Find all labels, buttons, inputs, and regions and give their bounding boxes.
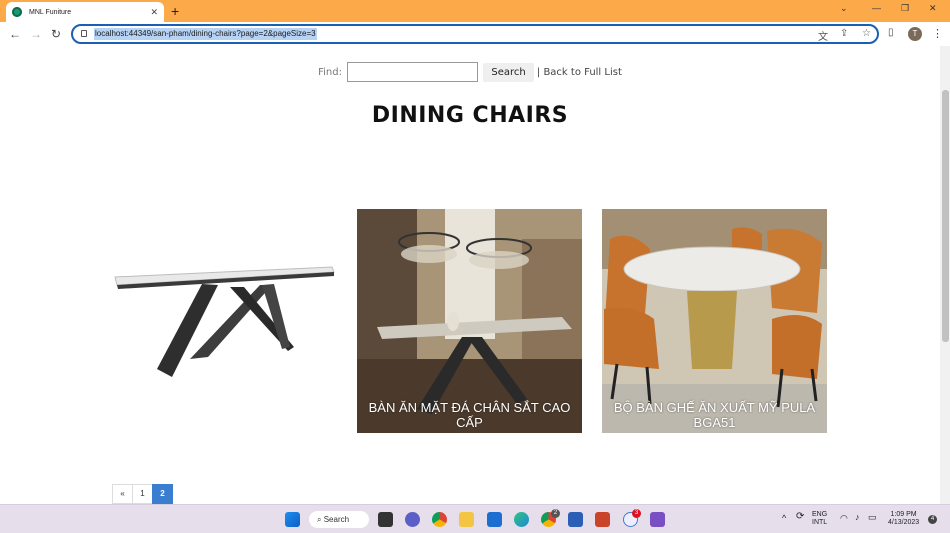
close-tab-icon[interactable]: ✕ (150, 7, 158, 18)
back-to-full-list-link[interactable]: | Back to Full List (537, 67, 622, 78)
lang-line-1: ENG (812, 511, 828, 518)
search-button[interactable]: Search (483, 62, 534, 82)
bookmark-star-icon[interactable]: ☆ (862, 28, 871, 39)
restore-icon[interactable]: ❐ (901, 3, 909, 14)
file-explorer-icon[interactable] (459, 512, 474, 527)
product-caption: BÀN ĂN MẶT ĐÁ CHÂN SẮT CAO CẤP (368, 400, 571, 430)
clock-time: 1:09 PM (890, 511, 917, 518)
pagination: « 1 2 (112, 484, 173, 504)
minimize-icon[interactable]: — (872, 3, 881, 13)
product-image (114, 266, 335, 377)
browser-toolbar: ← → ↻ localhost:44349/san-pham/dining-ch… (0, 22, 950, 46)
chrome-icon[interactable] (432, 512, 447, 527)
volume-icon[interactable]: ♪ (855, 513, 860, 522)
sync-icon[interactable]: ⟳ (796, 512, 804, 522)
chat-icon[interactable] (405, 512, 420, 527)
page-title: DINING CHAIRS (371, 103, 569, 128)
page-scrollbar[interactable] (940, 46, 950, 504)
url-text[interactable]: localhost:44349/san-pham/dining-chairs?p… (94, 28, 317, 40)
task-view-icon[interactable] (378, 512, 393, 527)
side-panel-icon[interactable]: ▯ (888, 27, 894, 38)
battery-icon[interactable]: ▭ (868, 513, 877, 522)
scrollbar-thumb[interactable] (942, 90, 949, 342)
product-caption: BỘ BÀN GHẾ ĂN XUẤT MỸ PULA BGA51 (613, 400, 816, 430)
mail-icon[interactable] (487, 512, 502, 527)
start-icon[interactable] (285, 512, 300, 527)
browser-tab[interactable]: MNL Funiture ✕ (6, 2, 164, 22)
powerpoint-icon[interactable] (595, 512, 610, 527)
taskbar-search-label: Search (323, 515, 350, 524)
lock-icon[interactable] (81, 30, 87, 37)
taskbar-search[interactable]: ⌕ Search (309, 511, 369, 528)
back-icon[interactable]: ← (9, 26, 21, 42)
search-form: Find: Search | Back to Full List (0, 62, 940, 82)
clock[interactable]: 1:09 PM 4/13/2023 (888, 511, 919, 527)
page-link-2[interactable]: 2 (152, 484, 173, 504)
taskbar: ⌕ Search 2 3 ^ ⟳ ENG INTL ◠ ♪ ▭ 1:09 PM … (0, 504, 950, 533)
menu-icon[interactable]: ⋮ (932, 27, 943, 40)
lang-line-2: INTL (812, 519, 828, 526)
product-card[interactable]: BÀN ĂN MẶT ĐÁ CHÂN SẮT CAO CẤP (357, 209, 582, 433)
word-icon[interactable] (568, 512, 583, 527)
visual-studio-icon[interactable] (650, 512, 665, 527)
tab-strip: MNL Funiture ✕ + ⌄ — ❐ ✕ (0, 0, 950, 22)
language-indicator[interactable]: ENG INTL (812, 511, 827, 527)
translate-icon[interactable]: 文 (818, 28, 828, 43)
tab-title: MNL Funiture (29, 8, 72, 16)
edge-icon[interactable] (514, 512, 529, 527)
address-bar[interactable]: localhost:44349/san-pham/dining-chairs?p… (71, 24, 879, 44)
search-input[interactable] (347, 62, 479, 82)
page-link-1[interactable]: 1 (132, 484, 153, 504)
product-card[interactable]: BỘ BÀN GHẾ ĂN XUẤT MỸ PULA BGA51 (602, 209, 827, 433)
new-tab-icon[interactable]: + (171, 2, 179, 20)
prev-page-button[interactable]: « (112, 484, 133, 504)
wifi-icon[interactable]: ◠ (840, 514, 848, 523)
find-label: Find: (318, 67, 342, 78)
tray-overflow-icon[interactable]: ^ (782, 514, 786, 523)
reload-icon[interactable]: ↻ (51, 26, 61, 42)
site-favicon-icon (12, 7, 22, 17)
notification-badge[interactable]: 4 (928, 515, 937, 524)
close-window-icon[interactable]: ✕ (929, 3, 937, 14)
forward-icon[interactable]: → (30, 26, 42, 42)
share-icon[interactable]: ⇪ (840, 28, 848, 39)
clock-date: 4/13/2023 (888, 519, 920, 526)
chrome-badge: 2 (551, 509, 560, 518)
profile-avatar[interactable]: T (908, 27, 922, 41)
product-card[interactable] (112, 209, 337, 433)
teams-badge: 3 (632, 509, 641, 518)
tab-search-icon[interactable]: ⌄ (840, 3, 848, 14)
